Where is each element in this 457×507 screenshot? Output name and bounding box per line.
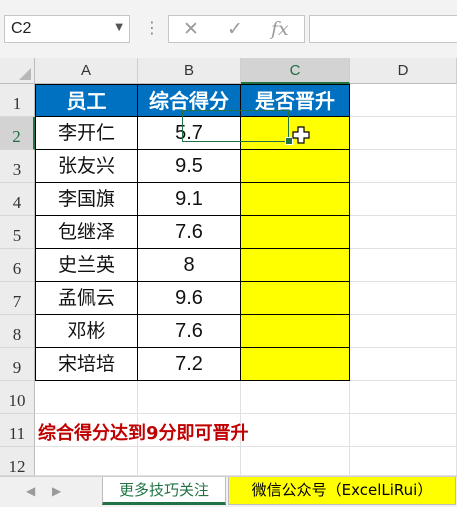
sheet-tab-bar: ◀ ▶ 更多技巧关注 微信公众号（ExcelLiRui）: [0, 476, 457, 507]
cell-cursor-icon: [292, 126, 310, 144]
column-header-d[interactable]: D: [350, 58, 457, 84]
cell-name[interactable]: 张友兴: [35, 150, 138, 183]
cell-name[interactable]: 孟佩云: [35, 282, 138, 315]
formula-input[interactable]: [309, 15, 457, 43]
cell-name[interactable]: 李国旗: [35, 183, 138, 216]
select-all-icon: [19, 68, 31, 80]
cell-d9[interactable]: [350, 348, 457, 381]
header-employee[interactable]: 员工: [35, 84, 138, 117]
cell-name[interactable]: 邓彬: [35, 315, 138, 348]
cell-promotion[interactable]: [241, 315, 350, 348]
row-header-9[interactable]: 9: [0, 348, 35, 381]
row-header-3[interactable]: 3: [0, 150, 35, 183]
select-all-button[interactable]: [0, 58, 35, 84]
drag-handle-icon[interactable]: ⋮: [144, 18, 160, 37]
cell-c12[interactable]: [241, 447, 350, 476]
cell-name[interactable]: 史兰英: [35, 249, 138, 282]
cancel-icon[interactable]: ✕: [183, 18, 199, 40]
formula-buttons: ✕ ✓ fx: [168, 15, 305, 43]
row-header-2[interactable]: 2: [0, 117, 35, 150]
name-box-value: C2: [11, 20, 32, 37]
cell-d8[interactable]: [350, 315, 457, 348]
cell-score[interactable]: 9.6: [138, 282, 241, 315]
formula-bar: C2 ▼ ⋮ ✕ ✓ fx: [0, 0, 457, 59]
cell-promotion[interactable]: [241, 216, 350, 249]
cell-name[interactable]: 宋培培: [35, 348, 138, 381]
cell-d12[interactable]: [350, 447, 457, 476]
cell-a12[interactable]: [35, 447, 138, 476]
insert-function-icon[interactable]: fx: [271, 18, 289, 40]
row-header-10[interactable]: 10: [0, 381, 35, 414]
sheet-tab-wechat[interactable]: 微信公众号（ExcelLiRui）: [228, 477, 456, 505]
cell-b10[interactable]: [138, 381, 241, 414]
cell-score[interactable]: 8: [138, 249, 241, 282]
cell-promotion[interactable]: [241, 183, 350, 216]
cell-name[interactable]: 李开仁: [35, 117, 138, 150]
row-header-1[interactable]: 1: [0, 84, 35, 117]
cell-c10[interactable]: [241, 381, 350, 414]
row-header-8[interactable]: 8: [0, 315, 35, 348]
column-header-c[interactable]: C: [241, 58, 350, 84]
chevron-down-icon[interactable]: ▼: [115, 22, 123, 33]
sheet-tab-more-tips[interactable]: 更多技巧关注: [102, 477, 226, 505]
scroll-right-icon[interactable]: ▶: [52, 484, 61, 498]
row-header-4[interactable]: 4: [0, 183, 35, 216]
name-box[interactable]: C2 ▼: [4, 15, 130, 43]
cell-b12[interactable]: [138, 447, 241, 476]
cell-d4[interactable]: [350, 183, 457, 216]
row-header-12[interactable]: 12: [0, 447, 35, 476]
scroll-left-icon[interactable]: ◀: [26, 484, 35, 498]
enter-icon[interactable]: ✓: [227, 18, 243, 40]
promotion-rule-note: 综合得分达到9分即可晋升: [38, 423, 249, 444]
cell-promotion[interactable]: [241, 150, 350, 183]
cell-d10[interactable]: [350, 381, 457, 414]
cell-score[interactable]: 7.6: [138, 216, 241, 249]
cell-promotion[interactable]: [241, 348, 350, 381]
cell-promotion[interactable]: [241, 282, 350, 315]
row-header-7[interactable]: 7: [0, 282, 35, 315]
cell-score[interactable]: 9.1: [138, 183, 241, 216]
cell-d2[interactable]: [350, 117, 457, 150]
cell-score[interactable]: 7.6: [138, 315, 241, 348]
row-header-11[interactable]: 11: [0, 414, 35, 447]
column-header-a[interactable]: A: [35, 58, 138, 84]
cell-d3[interactable]: [350, 150, 457, 183]
cell-promotion[interactable]: [241, 249, 350, 282]
cell-d7[interactable]: [350, 282, 457, 315]
row-header-6[interactable]: 6: [0, 249, 35, 282]
selection-box: [182, 110, 289, 142]
cell-d5[interactable]: [350, 216, 457, 249]
cell-d1[interactable]: [350, 84, 457, 117]
row-header-5[interactable]: 5: [0, 216, 35, 249]
cell-d11[interactable]: [350, 414, 457, 447]
cell-score[interactable]: 7.2: [138, 348, 241, 381]
cell-score[interactable]: 9.5: [138, 150, 241, 183]
cell-c11[interactable]: [241, 414, 350, 447]
cell-a10[interactable]: [35, 381, 138, 414]
cell-d6[interactable]: [350, 249, 457, 282]
cell-name[interactable]: 包继泽: [35, 216, 138, 249]
column-header-b[interactable]: B: [138, 58, 241, 84]
